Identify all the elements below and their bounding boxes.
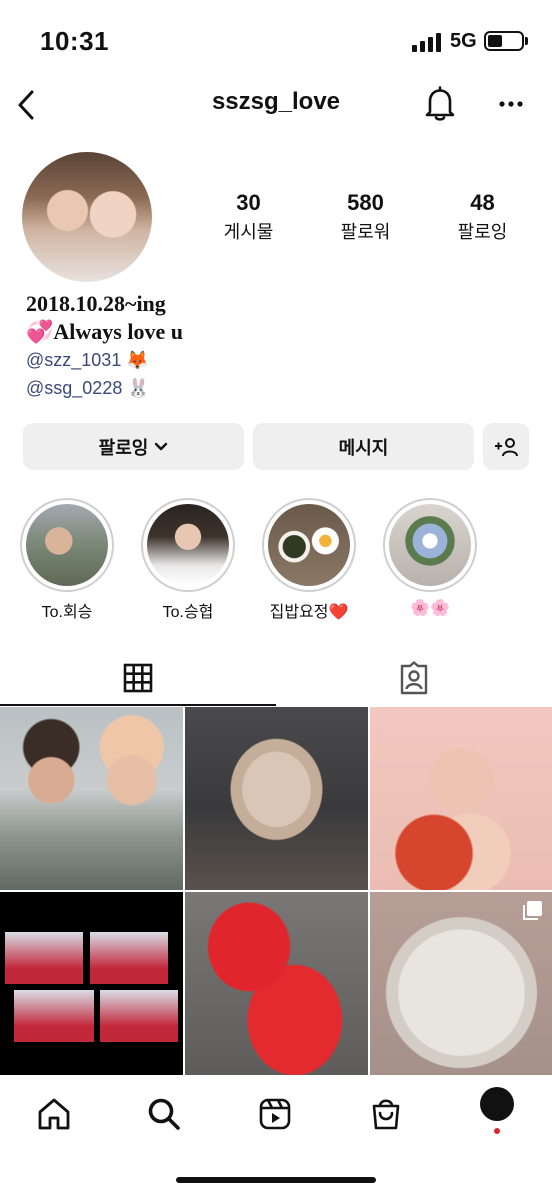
more-icon xyxy=(499,101,523,107)
story-highlight[interactable]: To.회승 xyxy=(20,498,114,622)
add-user-icon xyxy=(495,437,518,456)
profile-bio: 2018.10.28~ing 💞Always love u @szz_1031 … xyxy=(26,290,526,402)
nav-shop[interactable] xyxy=(364,1092,408,1136)
signal-icon xyxy=(412,32,442,52)
bio-line: 2018.10.28~ing xyxy=(26,291,166,316)
mention-link[interactable]: @ssg_0228 🐰 xyxy=(26,374,526,402)
posts-count: 30 xyxy=(236,190,261,215)
home-icon xyxy=(38,1098,70,1130)
stat-following[interactable]: 48 팔로잉 xyxy=(424,190,541,244)
shop-icon xyxy=(372,1099,400,1130)
post-thumbnail[interactable] xyxy=(370,892,552,1075)
profile-stats: 30 게시물 580 팔로워 48 팔로잉 xyxy=(190,190,542,250)
nav-profile[interactable] xyxy=(475,1087,519,1136)
highlight-cover xyxy=(268,504,350,586)
chevron-down-icon xyxy=(155,442,168,450)
highlight-label: To.회승 xyxy=(41,604,93,621)
search-icon xyxy=(148,1098,180,1130)
more-options-button[interactable] xyxy=(493,84,529,124)
message-button[interactable]: 메시지 xyxy=(253,423,474,470)
followers-count: 580 xyxy=(347,190,384,215)
nav-reels[interactable] xyxy=(253,1092,297,1136)
page-title: sszsg_love xyxy=(211,88,341,115)
home-indicator xyxy=(176,1177,376,1183)
followers-label: 팔로워 xyxy=(340,222,391,242)
following-label: 팔로잉 xyxy=(457,222,508,242)
story-highlight[interactable]: To.승협 xyxy=(141,498,235,622)
profile-avatar xyxy=(480,1087,514,1134)
highlight-ring xyxy=(141,498,235,592)
stat-followers[interactable]: 580 팔로워 xyxy=(307,190,424,244)
profile-tabs xyxy=(0,650,552,706)
post-thumbnail[interactable] xyxy=(185,707,368,890)
suggest-user-button[interactable] xyxy=(483,423,529,470)
network-label: 5G xyxy=(450,30,477,52)
bio-line: 💞Always love u xyxy=(26,319,183,344)
profile-avatar[interactable] xyxy=(22,152,152,282)
battery-icon xyxy=(484,31,524,51)
tab-posts[interactable] xyxy=(0,650,276,706)
grid-icon xyxy=(123,663,153,693)
chevron-left-icon xyxy=(18,90,34,120)
profile-header: sszsg_love xyxy=(0,80,552,130)
story-highlight[interactable]: 집밥요정❤️ xyxy=(262,498,356,622)
multi-photo-icon xyxy=(523,901,542,920)
following-count: 48 xyxy=(470,190,495,215)
back-button[interactable] xyxy=(8,86,44,124)
highlight-ring xyxy=(383,498,477,592)
status-time: 10:31 xyxy=(40,26,109,56)
battery-tip xyxy=(525,37,528,45)
mention-link[interactable]: @szz_1031 🦊 xyxy=(26,346,526,374)
highlight-ring xyxy=(20,498,114,592)
reels-icon xyxy=(259,1098,291,1130)
following-button-label: 팔로잉 xyxy=(98,437,149,458)
status-bar: 10:31 5G xyxy=(0,0,552,80)
highlight-label: To.승협 xyxy=(162,604,214,621)
following-button[interactable]: 팔로잉 xyxy=(23,423,244,470)
post-thumbnail[interactable] xyxy=(370,707,552,890)
post-thumbnail[interactable] xyxy=(0,892,183,1075)
highlight-cover xyxy=(26,504,108,586)
highlight-label: 🌸🌸 xyxy=(410,600,450,617)
bell-icon xyxy=(425,86,455,121)
nav-home[interactable] xyxy=(32,1092,76,1136)
post-thumbnail[interactable] xyxy=(0,707,183,890)
posts-grid xyxy=(0,707,552,1075)
posts-label: 게시물 xyxy=(223,222,274,242)
nav-search[interactable] xyxy=(142,1092,186,1136)
tab-tagged[interactable] xyxy=(276,650,552,706)
active-tab-indicator xyxy=(0,704,276,706)
message-button-label: 메시지 xyxy=(338,437,389,458)
highlight-ring xyxy=(262,498,356,592)
highlight-label: 집밥요정❤️ xyxy=(269,604,349,621)
stat-posts[interactable]: 30 게시물 xyxy=(190,190,307,244)
highlight-cover xyxy=(389,504,471,586)
post-thumbnail[interactable] xyxy=(185,892,368,1075)
story-highlight[interactable]: 🌸🌸 xyxy=(383,498,477,618)
notification-button[interactable] xyxy=(420,84,460,124)
tagged-icon xyxy=(400,661,428,695)
highlight-cover xyxy=(147,504,229,586)
